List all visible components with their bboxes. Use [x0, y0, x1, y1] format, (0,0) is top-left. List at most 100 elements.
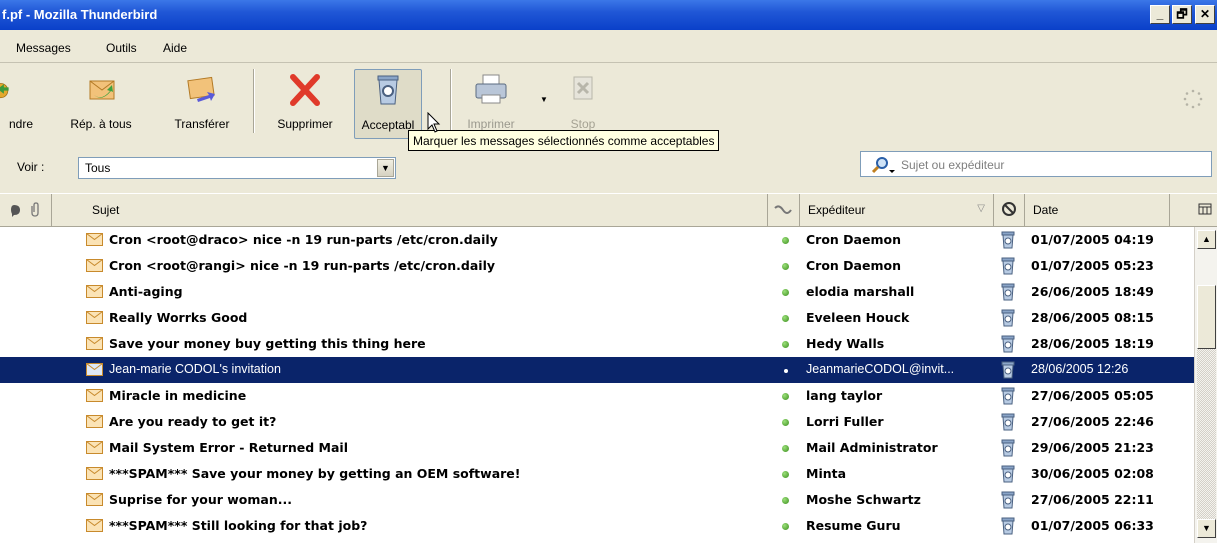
- print-button[interactable]: Imprimer: [456, 69, 526, 139]
- read-status-dot-icon[interactable]: [782, 445, 789, 452]
- read-status-dot-icon[interactable]: [782, 289, 789, 296]
- print-dropdown-icon[interactable]: ▼: [540, 95, 548, 104]
- read-status-dot-icon[interactable]: [782, 471, 789, 478]
- read-status-dot-icon[interactable]: [782, 497, 789, 504]
- envelope-icon: [86, 363, 103, 376]
- message-sender: Mail Administrator: [806, 440, 938, 455]
- table-row[interactable]: Anti-aging elodia marshall 26/06/2005 18:4…: [0, 279, 1194, 305]
- trash-icon[interactable]: [1000, 413, 1016, 431]
- trash-icon[interactable]: [1000, 465, 1016, 483]
- message-subject: Mail System Error - Returned Mail: [109, 440, 348, 455]
- table-row[interactable]: Mail System Error - Returned Mail Mail Ad…: [0, 435, 1194, 461]
- read-status-dot-icon[interactable]: [782, 237, 789, 244]
- scroll-track[interactable]: [1197, 349, 1216, 519]
- read-status-dot-icon[interactable]: [782, 341, 789, 348]
- read-status-dot-icon[interactable]: [782, 393, 789, 400]
- message-sender: Resume Guru: [806, 518, 901, 533]
- message-subject: Cron <root@rangi> nice -n 19 run-parts /…: [109, 258, 495, 273]
- date-column-header[interactable]: Date: [1025, 194, 1170, 227]
- trash-icon[interactable]: [1000, 335, 1016, 353]
- table-row[interactable]: Jean-marie CODOL's invitation JeanmarieCO…: [0, 357, 1194, 383]
- message-subject: ***SPAM*** Still looking for that job?: [109, 518, 368, 533]
- message-sender: elodia marshall: [806, 284, 915, 299]
- trash-icon[interactable]: [1000, 283, 1016, 301]
- trash-icon[interactable]: [1000, 231, 1016, 249]
- trash-icon[interactable]: [1000, 309, 1016, 327]
- message-sender: Moshe Schwartz: [806, 492, 921, 507]
- message-sender: JeanmarieCODOL@invit...: [806, 362, 955, 376]
- envelope-icon: [86, 467, 103, 480]
- read-status-dot-icon[interactable]: [782, 523, 789, 530]
- toolbar-separator: [253, 69, 255, 133]
- table-row[interactable]: Are you ready to get it? Lorri Fuller 27/0…: [0, 409, 1194, 435]
- reply-all-button[interactable]: Rép. à tous: [56, 69, 146, 139]
- toolbar-separator: [450, 69, 452, 133]
- menu-messages[interactable]: Messages: [16, 41, 71, 55]
- message-date: 28/06/2005 18:19: [1031, 336, 1154, 351]
- table-row[interactable]: Really Worrks Good Eveleen Houck 28/06/200…: [0, 305, 1194, 331]
- message-date: 30/06/2005 02:08: [1031, 466, 1154, 481]
- reply-button[interactable]: ndre: [0, 69, 46, 139]
- scroll-down-button[interactable]: ▼: [1197, 519, 1216, 538]
- menu-bar: Messages Outils Aide: [0, 30, 1217, 63]
- envelope-icon: [86, 415, 103, 428]
- table-row[interactable]: Suprise for your woman... Moshe Schwartz 2…: [0, 487, 1194, 513]
- trash-icon[interactable]: [1000, 387, 1016, 405]
- message-date: 29/06/2005 21:23: [1031, 440, 1154, 455]
- table-row[interactable]: Miracle in medicine lang taylor 27/06/2005…: [0, 383, 1194, 409]
- stop-icon: [573, 76, 593, 100]
- envelope-icon: [86, 441, 103, 454]
- read-status-dot-icon[interactable]: [782, 419, 789, 426]
- thread-column-header[interactable]: [0, 194, 52, 227]
- search-input[interactable]: Sujet ou expéditeur: [860, 151, 1212, 177]
- sender-column-label: Expéditeur: [808, 203, 866, 217]
- trash-icon[interactable]: [1000, 517, 1016, 535]
- filter-bar: Voir : Tous ▼ Sujet ou expéditeur: [0, 147, 1217, 193]
- chevron-down-icon[interactable]: ▼: [377, 159, 394, 177]
- forward-button[interactable]: Transférer: [160, 69, 244, 139]
- message-sender: Hedy Walls: [806, 336, 885, 351]
- subject-column-header[interactable]: Sujet: [84, 194, 768, 227]
- vertical-scrollbar[interactable]: ▲ ▼: [1194, 227, 1217, 543]
- view-label: Voir :: [17, 160, 45, 174]
- read-status-dot-icon[interactable]: [782, 263, 789, 270]
- delete-icon: [290, 74, 320, 106]
- table-row[interactable]: ***SPAM*** Still looking for that job? Re…: [0, 513, 1194, 539]
- read-status-icon: [774, 205, 792, 214]
- trash-icon[interactable]: [1000, 491, 1016, 509]
- table-row[interactable]: Cron <root@draco> nice -n 19 run-parts /…: [0, 227, 1194, 253]
- close-button[interactable]: ✕: [1195, 5, 1215, 24]
- table-row[interactable]: ***SPAM*** Save your money by getting an…: [0, 461, 1194, 487]
- junk-status-icon: [1002, 202, 1016, 216]
- view-select[interactable]: Tous ▼: [78, 157, 396, 179]
- message-sender: lang taylor: [806, 388, 883, 403]
- message-sender: Cron Daemon: [806, 232, 901, 247]
- menu-help[interactable]: Aide: [163, 41, 187, 55]
- maximize-button[interactable]: 🗗: [1172, 5, 1192, 24]
- message-subject: ***SPAM*** Save your money by getting an…: [109, 466, 521, 481]
- trash-icon[interactable]: [1000, 361, 1016, 379]
- search-icon[interactable]: [869, 155, 897, 175]
- read-status-dot-icon[interactable]: [784, 369, 788, 373]
- message-sender: Lorri Fuller: [806, 414, 884, 429]
- scroll-thumb[interactable]: [1197, 285, 1216, 349]
- menu-tools[interactable]: Outils: [106, 41, 137, 55]
- delete-button[interactable]: Supprimer: [262, 69, 348, 139]
- table-row[interactable]: Save your money buy getting this thing h…: [0, 331, 1194, 357]
- junk-column-header[interactable]: [994, 194, 1025, 227]
- read-status-dot-icon[interactable]: [782, 315, 789, 322]
- accept-button[interactable]: Acceptabl: [354, 69, 422, 139]
- envelope-icon: [86, 311, 103, 324]
- message-sender: Cron Daemon: [806, 258, 901, 273]
- table-row[interactable]: Cron <root@rangi> nice -n 19 run-parts /…: [0, 253, 1194, 279]
- scroll-up-button[interactable]: ▲: [1197, 230, 1216, 249]
- trash-icon[interactable]: [1000, 257, 1016, 275]
- message-date: 28/06/2005 12:26: [1031, 362, 1129, 376]
- column-picker-icon[interactable]: [1194, 194, 1217, 227]
- minimize-button[interactable]: _: [1150, 5, 1170, 24]
- sender-column-header[interactable]: Expéditeur ▽: [800, 194, 994, 227]
- trash-icon[interactable]: [1000, 439, 1016, 457]
- envelope-icon: [86, 519, 103, 532]
- message-date: 01/07/2005 06:33: [1031, 518, 1154, 533]
- read-column-header[interactable]: [768, 194, 800, 227]
